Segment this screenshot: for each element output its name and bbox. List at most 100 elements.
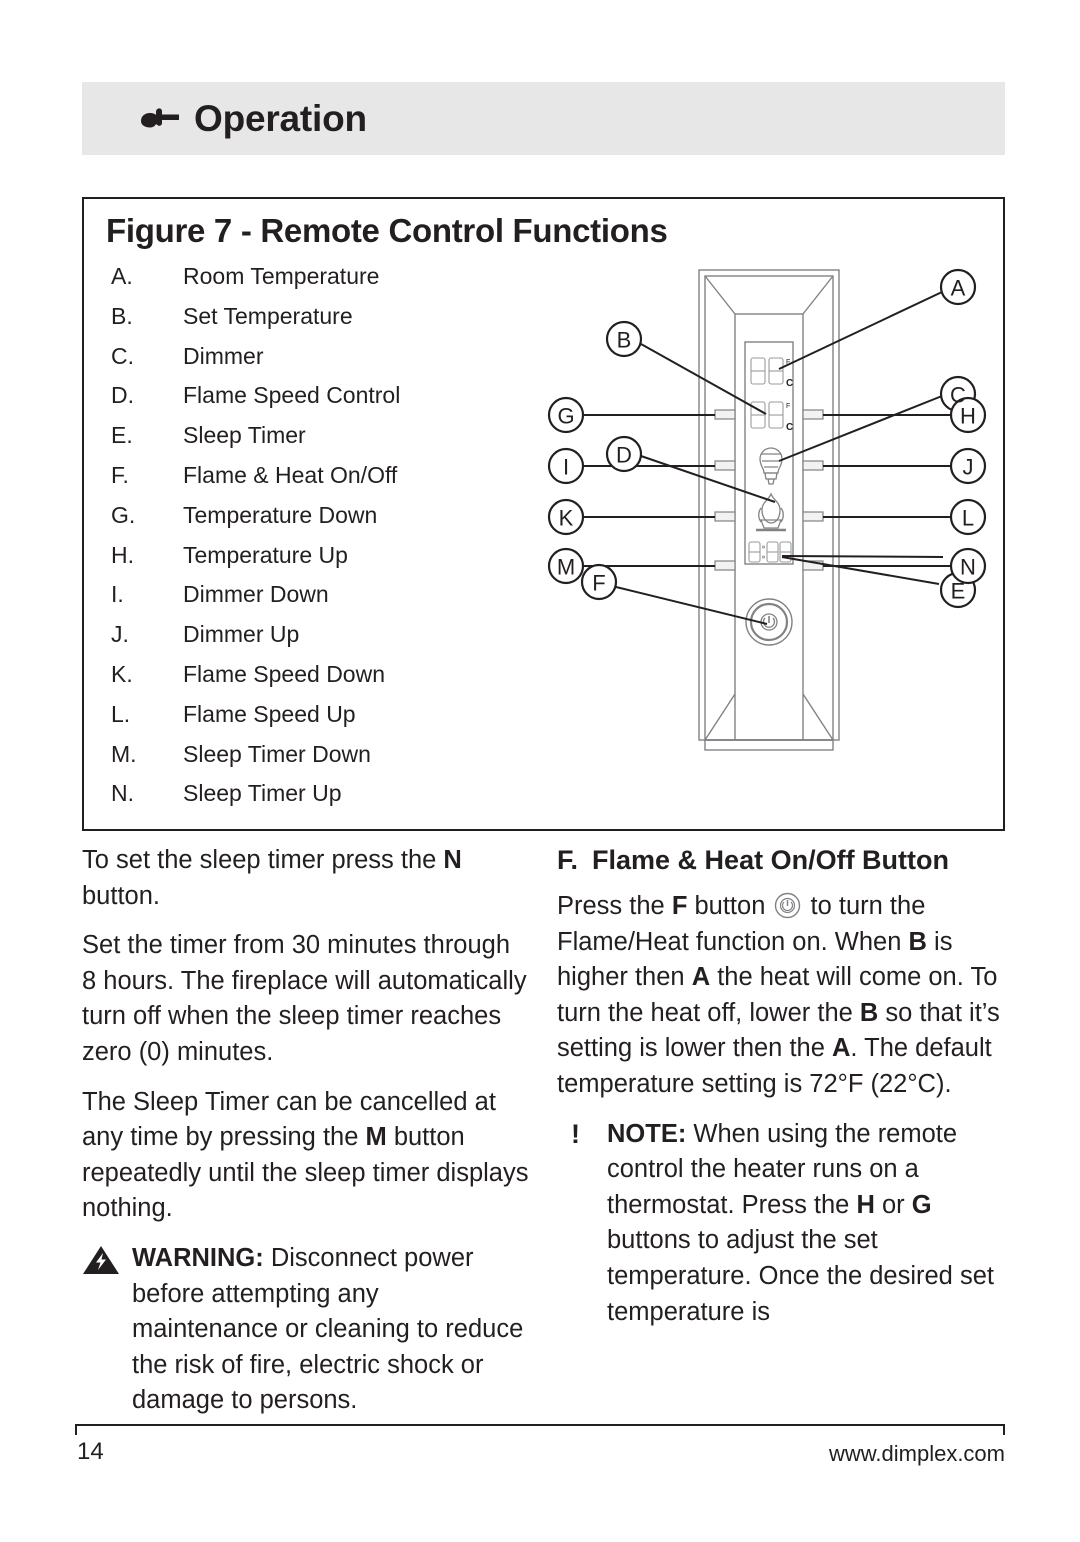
- button-ref-g: G: [911, 1190, 932, 1219]
- callout-label-l: L: [962, 506, 974, 531]
- legend-label: Dimmer: [183, 342, 264, 369]
- legend-label: Flame Speed Control: [183, 382, 401, 409]
- subsection-letter: F.: [557, 845, 579, 875]
- set-temp-unit-f: F: [786, 403, 790, 410]
- remote-control-diagram: F C F C A B C D E F G H I J K L M N: [539, 254, 999, 814]
- room-temperature-display: [750, 357, 784, 385]
- legend-letter: H.: [111, 541, 134, 568]
- button-ref-b: B: [908, 927, 927, 956]
- figure-title: Figure 7 - Remote Control Functions: [106, 212, 668, 249]
- button-ref-b2: B: [859, 998, 879, 1027]
- footer-divider: [75, 1424, 1005, 1435]
- callout-label-h: H: [960, 404, 976, 429]
- figure-legend-list: A. Room Temperature B. Set Temperature C…: [111, 261, 541, 818]
- callout-label-k: K: [559, 506, 574, 531]
- paragraph-sleep-timer-set: To set the sleep timer press the N butto…: [82, 843, 530, 914]
- pointing-hand-icon: [141, 107, 179, 127]
- page-title: Operation: [194, 97, 367, 139]
- sleep-timer-display: [748, 541, 792, 563]
- legend-label: Flame & Heat On/Off: [183, 461, 398, 488]
- warning-block: WARNING: Disconnect power before attempt…: [82, 1241, 530, 1419]
- callout-label-e: E: [951, 579, 966, 604]
- text-run: button: [687, 892, 773, 920]
- list-item: D. Flame Speed Control: [111, 380, 541, 420]
- side-buttons: [714, 409, 824, 571]
- legend-letter: B.: [111, 302, 133, 329]
- legend-letter: C.: [111, 342, 134, 369]
- legend-letter: E.: [111, 422, 133, 449]
- legend-letter: L.: [111, 700, 131, 727]
- legend-letter: G.: [111, 501, 136, 528]
- callout-label-a: A: [951, 276, 966, 301]
- flame-icon: [756, 492, 786, 532]
- legend-label: Set Temperature: [183, 302, 353, 329]
- button-ref-n: N: [443, 846, 462, 874]
- list-item: F. Flame & Heat On/Off: [111, 460, 541, 500]
- text-run: button.: [82, 881, 160, 910]
- list-item: K. Flame Speed Down: [111, 659, 541, 699]
- footer-website: www.dimplex.com: [828, 1441, 1005, 1466]
- list-item: B. Set Temperature: [111, 301, 541, 341]
- legend-letter: K.: [111, 660, 133, 687]
- callout-label-g: G: [557, 404, 574, 429]
- callout-label-j: J: [963, 455, 974, 480]
- note-block: ! NOTE: When using the remote control the…: [557, 1117, 1005, 1331]
- text-run: or: [874, 1190, 912, 1219]
- list-item: C. Dimmer: [111, 341, 541, 381]
- list-item: I. Dimmer Down: [111, 579, 541, 619]
- callout-label-n: N: [960, 555, 976, 580]
- paragraph-timer-range: Set the timer from 30 minutes through 8 …: [82, 931, 527, 1066]
- legend-letter: F.: [111, 461, 129, 488]
- legend-label: Flame Speed Down: [183, 660, 385, 687]
- button-ref-a: A: [691, 963, 711, 992]
- legend-letter: N.: [111, 780, 134, 807]
- note-title: NOTE:: [607, 1119, 687, 1148]
- text-run: buttons to adjust the set temperature. O…: [607, 1226, 994, 1326]
- callout-label-b: B: [617, 328, 632, 353]
- button-ref-a2: A: [831, 1034, 851, 1063]
- power-button-icon: [775, 892, 801, 919]
- legend-label: Flame Speed Up: [183, 700, 356, 727]
- legend-letter: A.: [111, 263, 133, 289]
- list-item: M. Sleep Timer Down: [111, 739, 541, 779]
- callout-label-d: D: [616, 443, 632, 468]
- room-temp-unit-c: C: [786, 378, 793, 389]
- legend-label: Temperature Up: [183, 541, 348, 568]
- legend-label: Room Temperature: [183, 263, 380, 289]
- button-ref-m: M: [365, 1123, 387, 1152]
- paragraph-timer-cancel: The Sleep Timer can be cancelled at any …: [82, 1085, 530, 1227]
- list-item: H. Temperature Up: [111, 540, 541, 580]
- body-column-left: To set the sleep timer press the N butto…: [82, 843, 530, 1419]
- legend-letter: D.: [111, 382, 134, 409]
- legend-letter: I.: [111, 581, 124, 608]
- legend-letter: J.: [111, 621, 129, 648]
- manual-page: Operation Figure 7 - Remote Control Func…: [0, 0, 1080, 1542]
- page-number: 14: [77, 1438, 104, 1465]
- list-item: G. Temperature Down: [111, 500, 541, 540]
- button-ref-h: H: [856, 1190, 875, 1219]
- legend-label: Dimmer Down: [183, 581, 329, 608]
- callout-label-f: F: [592, 571, 605, 596]
- legend-label: Sleep Timer: [183, 422, 306, 449]
- legend-letter: M.: [111, 740, 137, 767]
- section-header-bar: Operation: [82, 82, 1005, 155]
- callout-label-m: M: [557, 555, 575, 580]
- legend-label: Dimmer Up: [183, 621, 300, 648]
- list-item: E. Sleep Timer: [111, 420, 541, 460]
- body-column-right: F. Flame & Heat On/Off Button Press the F…: [557, 843, 1005, 1330]
- text-run: Press the: [557, 892, 672, 920]
- list-item: A. Room Temperature: [111, 261, 541, 301]
- exclamation-icon: !: [571, 1118, 580, 1149]
- subsection-heading: F. Flame & Heat On/Off Button: [557, 843, 1005, 878]
- list-item: J. Dimmer Up: [111, 619, 541, 659]
- light-bulb-icon: [759, 447, 783, 485]
- button-ref-f: F: [671, 892, 688, 920]
- callout-label-i: I: [563, 455, 569, 480]
- legend-label: Temperature Down: [183, 501, 378, 528]
- set-temp-unit-c: C: [786, 422, 793, 433]
- paragraph-flame-heat: Press the F button to turn the Flame/Hea…: [557, 889, 1005, 1103]
- set-temperature-display: [750, 401, 784, 429]
- warning-triangle-icon: [83, 1245, 119, 1274]
- subsection-title: Flame & Heat On/Off Button: [592, 845, 950, 875]
- power-button: [745, 598, 793, 646]
